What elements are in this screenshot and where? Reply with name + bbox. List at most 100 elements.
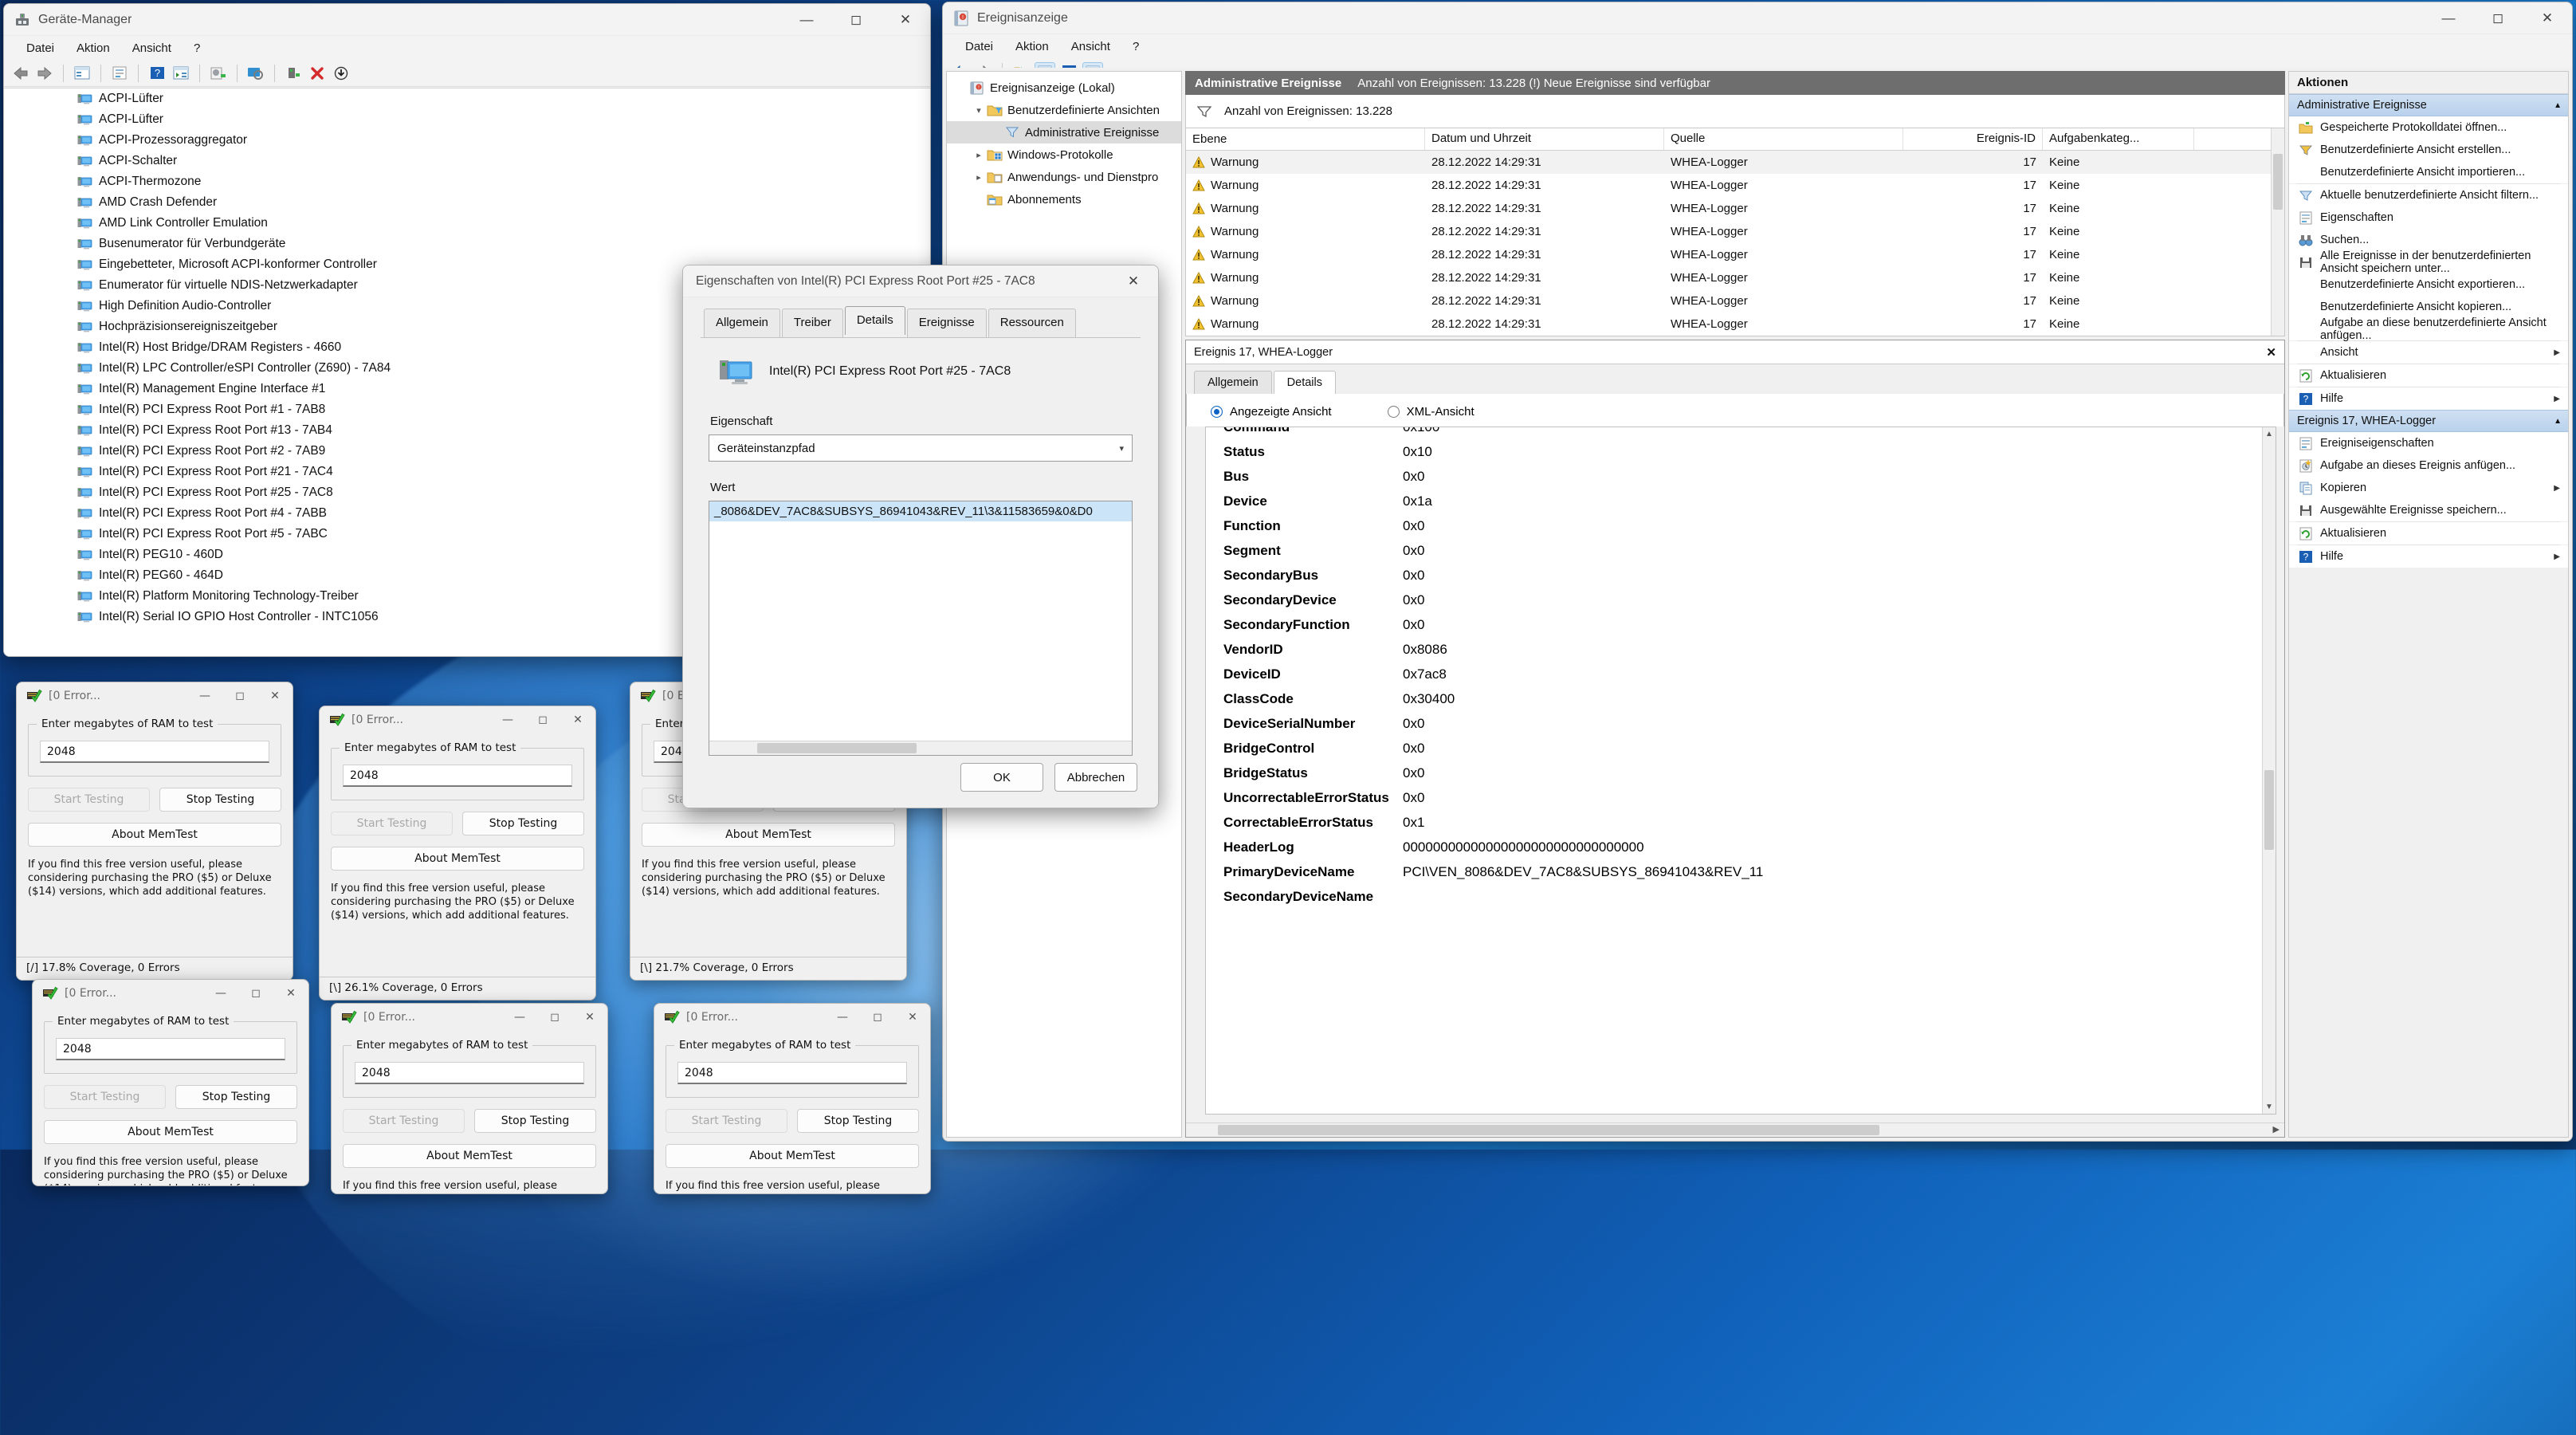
action-item[interactable]: Ereigniseigenschaften bbox=[2289, 432, 2568, 454]
stop-testing-button[interactable]: Stop Testing bbox=[797, 1109, 919, 1133]
memtest-ram-input[interactable]: 2048 bbox=[56, 1038, 285, 1060]
event-table-row[interactable]: Warnung 28.12.2022 14:29:31 WHEA-Logger … bbox=[1186, 220, 2284, 243]
menu-ansicht[interactable]: Ansicht bbox=[121, 39, 183, 57]
event-table-row[interactable]: Warnung 28.12.2022 14:29:31 WHEA-Logger … bbox=[1186, 151, 2284, 174]
start-testing-button[interactable]: Start Testing bbox=[666, 1109, 787, 1133]
close-button[interactable]: ✕ bbox=[881, 4, 930, 35]
update-driver-icon[interactable] bbox=[208, 64, 229, 83]
menu-aktion[interactable]: Aktion bbox=[1004, 37, 1060, 56]
action-item[interactable]: Gespeicherte Protokolldatei öffnen... bbox=[2289, 116, 2568, 139]
maximize-button[interactable]: ◻ bbox=[2473, 2, 2523, 33]
action-item[interactable]: Aufgabe an diese benutzerdefinierte Ansi… bbox=[2289, 318, 2568, 340]
console-tree-icon[interactable] bbox=[171, 64, 191, 83]
action-item[interactable]: Aktuelle benutzerdefinierte Ansicht filt… bbox=[2289, 184, 2568, 206]
hscroll-thumb[interactable] bbox=[757, 743, 917, 753]
about-memtest-button[interactable]: About MemTest bbox=[44, 1120, 297, 1144]
menu-aktion[interactable]: Aktion bbox=[65, 39, 121, 57]
actions-pane[interactable]: Aktionen Administrative Ereignisse ▲ Ges… bbox=[2288, 71, 2569, 1138]
event-table-row[interactable]: Warnung 28.12.2022 14:29:31 WHEA-Logger … bbox=[1186, 174, 2284, 197]
collapse-caret-icon[interactable]: ▲ bbox=[2554, 417, 2562, 426]
about-memtest-button[interactable]: About MemTest bbox=[28, 823, 281, 847]
event-viewer-window[interactable]: ! Ereignisanzeige — ◻ ✕ Datei Aktion Ans… bbox=[942, 2, 2573, 1142]
tab-allgemein[interactable]: Allgemein bbox=[1194, 371, 1272, 394]
properties-tab-ereignisse[interactable]: Ereignisse bbox=[907, 309, 987, 337]
action-group-header[interactable]: Administrative Ereignisse ▲ bbox=[2289, 94, 2568, 116]
menu-datei[interactable]: Datei bbox=[954, 37, 1004, 56]
event-viewer-menubar[interactable]: Datei Aktion Ansicht ? bbox=[943, 34, 2572, 58]
properties-icon[interactable] bbox=[109, 64, 130, 83]
value-hscrollbar[interactable] bbox=[709, 741, 1132, 755]
action-item[interactable]: Benutzerdefinierte Ansicht kopieren... bbox=[2289, 296, 2568, 318]
tree-item-ereignisanzeige-lokal-[interactable]: ! Ereignisanzeige (Lokal) bbox=[947, 77, 1181, 99]
close-button[interactable]: ✕ bbox=[560, 706, 595, 733]
property-select[interactable]: Geräteinstanzpfad ▾ bbox=[709, 434, 1133, 462]
scroll-right-icon[interactable]: ▶ bbox=[2273, 1124, 2280, 1134]
action-item[interactable]: Benutzerdefinierte Ansicht exportieren..… bbox=[2289, 273, 2568, 296]
memtest-ram-input[interactable]: 2048 bbox=[40, 741, 269, 763]
event-detail-view-modes[interactable]: Angezeigte Ansicht XML-Ansicht bbox=[1186, 394, 2284, 427]
tree-item-anwendungs-und-dienstpro[interactable]: ▸ Anwendungs- und Dienstpro bbox=[947, 166, 1181, 188]
device-list-item[interactable]: ACPI-Thermozone bbox=[4, 171, 930, 192]
stop-testing-button[interactable]: Stop Testing bbox=[462, 812, 584, 835]
device-manager-menubar[interactable]: Datei Aktion Ansicht ? bbox=[4, 36, 930, 60]
tree-item-windows-protokolle[interactable]: ▸ Windows-Protokolle bbox=[947, 144, 1181, 166]
about-memtest-button[interactable]: About MemTest bbox=[666, 1144, 919, 1168]
download-icon[interactable] bbox=[331, 64, 351, 83]
tree-item-administrative-ereignisse[interactable]: Administrative Ereignisse bbox=[947, 121, 1181, 144]
scrollbar-thumb[interactable] bbox=[2264, 770, 2274, 850]
minimize-button[interactable]: — bbox=[502, 1004, 537, 1031]
start-testing-button[interactable]: Start Testing bbox=[343, 1109, 465, 1133]
action-item[interactable]: Aktualisieren bbox=[2289, 522, 2568, 545]
start-testing-button[interactable]: Start Testing bbox=[331, 812, 453, 835]
stop-testing-button[interactable]: Stop Testing bbox=[474, 1109, 596, 1133]
device-properties-dialog[interactable]: Eigenschaften von Intel(R) PCI Express R… bbox=[682, 265, 1159, 808]
event-table[interactable]: Ebene Datum und Uhrzeit Quelle Ereignis-… bbox=[1185, 128, 2285, 336]
stop-testing-button[interactable]: Stop Testing bbox=[159, 788, 281, 812]
device-list-item[interactable]: ACPI-Schalter bbox=[4, 151, 930, 171]
column-quelle[interactable]: Quelle bbox=[1664, 128, 1903, 150]
start-testing-button[interactable]: Start Testing bbox=[28, 788, 150, 812]
close-button[interactable]: ✕ bbox=[572, 1004, 607, 1031]
action-item[interactable]: ? Hilfe ▶ bbox=[2289, 387, 2568, 410]
menu-hilfe[interactable]: ? bbox=[1121, 37, 1150, 56]
scroll-up-icon[interactable]: ▲ bbox=[2263, 427, 2276, 441]
device-list-item[interactable]: Busenumerator für Verbundgeräte bbox=[4, 234, 930, 254]
event-table-row[interactable]: Warnung 28.12.2022 14:29:31 WHEA-Logger … bbox=[1186, 197, 2284, 220]
event-table-row[interactable]: Warnung 28.12.2022 14:29:31 WHEA-Logger … bbox=[1186, 266, 2284, 289]
event-detail-scrollbar[interactable]: ▲ ▼ bbox=[2262, 427, 2276, 1114]
forward-arrow-icon[interactable] bbox=[34, 64, 55, 83]
maximize-button[interactable]: ◻ bbox=[860, 1004, 895, 1031]
minimize-button[interactable]: — bbox=[187, 682, 222, 710]
stop-testing-button[interactable]: Stop Testing bbox=[175, 1085, 297, 1109]
memtest-ram-input[interactable]: 2048 bbox=[355, 1062, 584, 1084]
radio-angezeigte-ansicht[interactable]: Angezeigte Ansicht bbox=[1211, 405, 1332, 419]
event-detail-fields[interactable]: Command 0x100 Status 0x10 Bus 0x0 Device… bbox=[1205, 427, 2276, 1115]
radio-xml-ansicht[interactable]: XML-Ansicht bbox=[1388, 405, 1475, 419]
column-datum[interactable]: Datum und Uhrzeit bbox=[1425, 128, 1664, 150]
maximize-button[interactable]: ◻ bbox=[525, 706, 560, 733]
maximize-button[interactable]: ◻ bbox=[238, 980, 273, 1007]
chevron-icon[interactable]: ▾ bbox=[971, 105, 987, 116]
event-table-scrollbar[interactable] bbox=[2271, 128, 2284, 336]
close-icon[interactable]: ✕ bbox=[2266, 345, 2276, 360]
maximize-button[interactable]: ◻ bbox=[222, 682, 257, 710]
action-item[interactable]: Alle Ereignisse in der benutzerdefiniert… bbox=[2289, 251, 2568, 273]
action-item[interactable]: ? Hilfe ▶ bbox=[2289, 545, 2568, 568]
tab-details[interactable]: Details bbox=[1274, 371, 1336, 394]
close-button[interactable]: ✕ bbox=[273, 980, 308, 1007]
about-memtest-button[interactable]: About MemTest bbox=[642, 823, 895, 847]
memtest-window[interactable]: [0 Error... — ◻ ✕ Enter megabytes of RAM… bbox=[319, 706, 596, 1001]
column-aufgabenkategorie[interactable]: Aufgabenkateg... bbox=[2043, 128, 2194, 150]
action-item[interactable]: Aktualisieren bbox=[2289, 364, 2568, 387]
help-icon[interactable]: ? bbox=[147, 64, 167, 83]
memtest-window[interactable]: [0 Error... — ◻ ✕ Enter megabytes of RAM… bbox=[16, 682, 293, 981]
back-arrow-icon[interactable] bbox=[10, 64, 31, 83]
device-list-item[interactable]: ACPI-Lüfter bbox=[4, 88, 930, 109]
event-table-row[interactable]: Warnung 28.12.2022 14:29:31 WHEA-Logger … bbox=[1186, 243, 2284, 266]
menu-hilfe[interactable]: ? bbox=[183, 39, 211, 57]
action-item[interactable]: Eigenschaften bbox=[2289, 206, 2568, 229]
tree-item-abonnements[interactable]: Abonnements bbox=[947, 188, 1181, 210]
minimize-button[interactable]: — bbox=[825, 1004, 860, 1031]
action-item[interactable]: Benutzerdefinierte Ansicht erstellen... bbox=[2289, 139, 2568, 161]
minimize-button[interactable]: — bbox=[782, 4, 831, 35]
